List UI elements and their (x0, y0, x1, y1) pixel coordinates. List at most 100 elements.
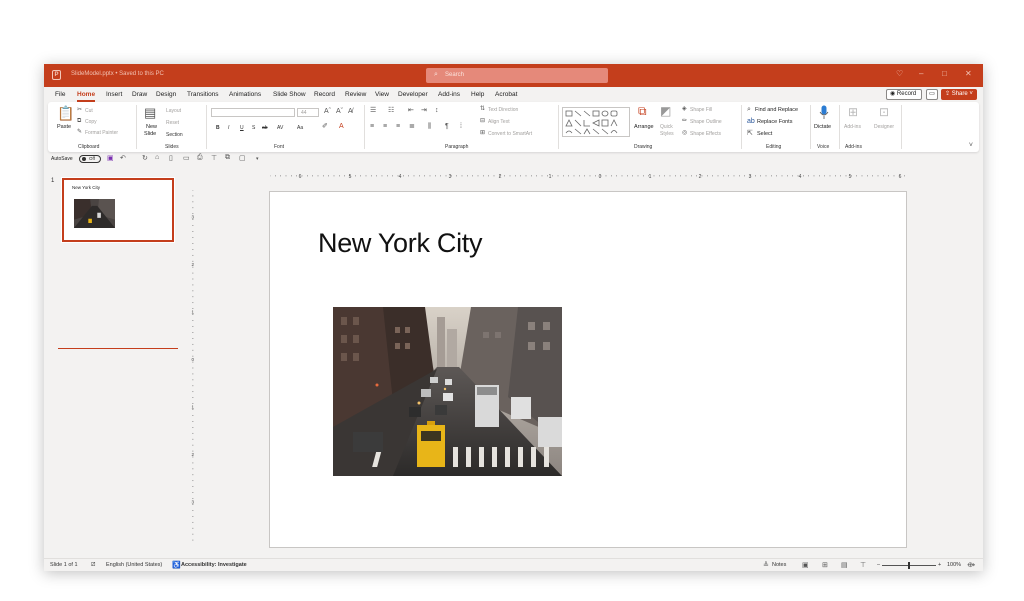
tab-animations[interactable]: Animations (229, 91, 261, 98)
align-text-icon[interactable]: ⊟ (480, 118, 485, 124)
shadow-button[interactable]: S (252, 125, 255, 131)
shape-fill-icon[interactable]: ◈ (682, 106, 687, 112)
arrange-icon[interactable]: ⧉ (638, 105, 647, 117)
italic-button[interactable]: I (228, 125, 229, 131)
slide-sorter-icon[interactable]: ⊞ (822, 561, 828, 569)
reset-button[interactable]: Reset (166, 120, 179, 126)
text-columns-icon[interactable]: ⁞ (460, 123, 462, 130)
tab-review[interactable]: Review (345, 91, 366, 98)
character-spacing-button[interactable]: AV (277, 125, 283, 131)
minimize-button[interactable]: – (919, 69, 923, 78)
zoom-in-button[interactable]: + (938, 562, 941, 568)
spelling-icon[interactable]: ⧄ (91, 561, 95, 569)
cut-label[interactable]: Cut (85, 108, 93, 114)
arrange-label[interactable]: Arrange (634, 124, 654, 130)
line-spacing-icon[interactable]: ↕ (435, 107, 439, 114)
align-left-icon[interactable]: ≡ (370, 123, 374, 130)
shape-outline-icon[interactable]: ✏ (682, 118, 687, 124)
tab-add-ins[interactable]: Add-ins (438, 91, 460, 98)
accessibility-icon[interactable]: ♿ (172, 561, 181, 569)
designer-button[interactable]: Designer (874, 124, 894, 130)
select-icon[interactable]: ⇱ (747, 130, 753, 137)
columns-icon[interactable]: ⫼ (428, 123, 431, 130)
shrink-font-icon[interactable]: Aˇ (336, 108, 343, 115)
new-slide-label[interactable]: New (146, 124, 157, 130)
layout-button[interactable]: Layout (166, 108, 181, 114)
language-indicator[interactable]: English (United States) (106, 562, 162, 568)
share-button[interactable]: ⇪ Share ˅ (941, 89, 977, 100)
add-ins-button[interactable]: Add-ins (844, 124, 861, 130)
section-button[interactable]: Section (166, 132, 183, 138)
lightbulb-icon[interactable]: ♡ (896, 69, 903, 78)
search-box[interactable]: ⌕ Search (426, 68, 608, 83)
tab-file[interactable]: File (55, 91, 65, 98)
justify-icon[interactable]: ≣ (409, 123, 415, 130)
underline-button[interactable]: U (240, 125, 244, 131)
undo-icon[interactable]: ↶ (120, 154, 126, 162)
tab-insert[interactable]: Insert (106, 91, 122, 98)
redo-icon[interactable]: ↻ (142, 154, 148, 162)
slide-title[interactable]: New York City (318, 228, 482, 259)
text-direction-button[interactable]: Text Direction (488, 107, 518, 113)
strikethrough-button[interactable]: ab (262, 125, 268, 131)
find-replace-button[interactable]: Find and Replace (755, 107, 798, 113)
tab-acrobat[interactable]: Acrobat (495, 91, 517, 98)
numbering-icon[interactable]: ☷ (388, 107, 394, 114)
autosave-toggle[interactable]: Off (79, 155, 101, 163)
notes-button[interactable]: Notes (772, 562, 786, 568)
notes-icon[interactable]: ≜ (763, 561, 769, 569)
find-icon[interactable]: ⌕ (747, 106, 751, 113)
cut-icon[interactable]: ✂ (77, 107, 82, 113)
text-direction-icon[interactable]: ⇅ (480, 106, 485, 112)
change-case-button[interactable]: Aa (297, 125, 303, 131)
tab-home[interactable]: Home (77, 91, 95, 98)
collapse-ribbon-icon[interactable]: ˅ (969, 142, 973, 149)
slide-thumbnail[interactable]: New York City (61, 177, 175, 243)
dictate-button[interactable]: Dictate (814, 124, 831, 130)
microphone-icon[interactable] (819, 105, 829, 121)
format-icon[interactable]: ⊤ (211, 154, 217, 162)
highlight-icon[interactable]: ✐ (322, 123, 328, 130)
copy-label[interactable]: Copy (85, 119, 97, 125)
save-icon[interactable]: ▣ (107, 154, 114, 162)
quick-styles-label-2[interactable]: Styles (660, 131, 674, 137)
normal-view-icon[interactable]: ▣ (802, 561, 809, 569)
slide-canvas[interactable]: New York City (269, 191, 907, 548)
replace-fonts-button[interactable]: Replace Fonts (757, 119, 792, 125)
customize-qat-icon[interactable]: ▾ (256, 156, 259, 162)
shape-effects-icon[interactable]: ◎ (682, 130, 687, 136)
shape-effects-button[interactable]: Shape Effects (690, 131, 721, 137)
maximize-button[interactable]: □ (942, 69, 947, 78)
file-name[interactable]: SlideModel.pptx • Saved to this PC (71, 71, 164, 77)
convert-smartart-button[interactable]: Convert to SmartArt (488, 131, 532, 137)
fit-slide-icon[interactable]: ⟴ (967, 561, 975, 569)
select-button[interactable]: Select (757, 131, 772, 137)
shape-fill-button[interactable]: Shape Fill (690, 107, 712, 113)
zoom-slider-thumb[interactable] (908, 562, 910, 569)
align-right-icon[interactable]: ≡ (396, 123, 400, 130)
tab-view[interactable]: View (375, 91, 389, 98)
add-ins-icon[interactable]: ⊞ (848, 106, 858, 118)
font-name-combobox[interactable] (211, 108, 295, 117)
tab-record[interactable]: Record (314, 91, 335, 98)
open-icon[interactable]: ⌂ (155, 154, 159, 161)
shape-outline-button[interactable]: Shape Outline (690, 119, 722, 125)
city-street-photo[interactable] (333, 307, 562, 476)
accessibility-status[interactable]: Accessibility: Investigate (181, 562, 247, 568)
copy-slide-icon[interactable]: ⧉ (225, 154, 230, 162)
bullets-icon[interactable]: ☰ (370, 107, 376, 114)
decrease-indent-icon[interactable]: ⇤ (408, 107, 414, 114)
tab-draw[interactable]: Draw (132, 91, 147, 98)
grow-font-icon[interactable]: Aˆ (324, 108, 331, 115)
format-painter-label[interactable]: Format Painter (85, 130, 118, 136)
record-button[interactable]: ◉ Record (886, 89, 922, 100)
font-color-icon[interactable]: A (339, 123, 344, 130)
copy-icon[interactable]: ⧉ (77, 118, 81, 124)
zoom-out-button[interactable]: – (877, 562, 880, 568)
smartart-icon[interactable]: ⊞ (480, 130, 485, 136)
new-slide-icon[interactable]: ▤ (144, 106, 156, 119)
reading-view-icon[interactable]: ▤ (841, 561, 848, 569)
paste-icon[interactable]: 📋 (57, 106, 74, 120)
tab-design[interactable]: Design (156, 91, 176, 98)
tab-developer[interactable]: Developer (398, 91, 428, 98)
